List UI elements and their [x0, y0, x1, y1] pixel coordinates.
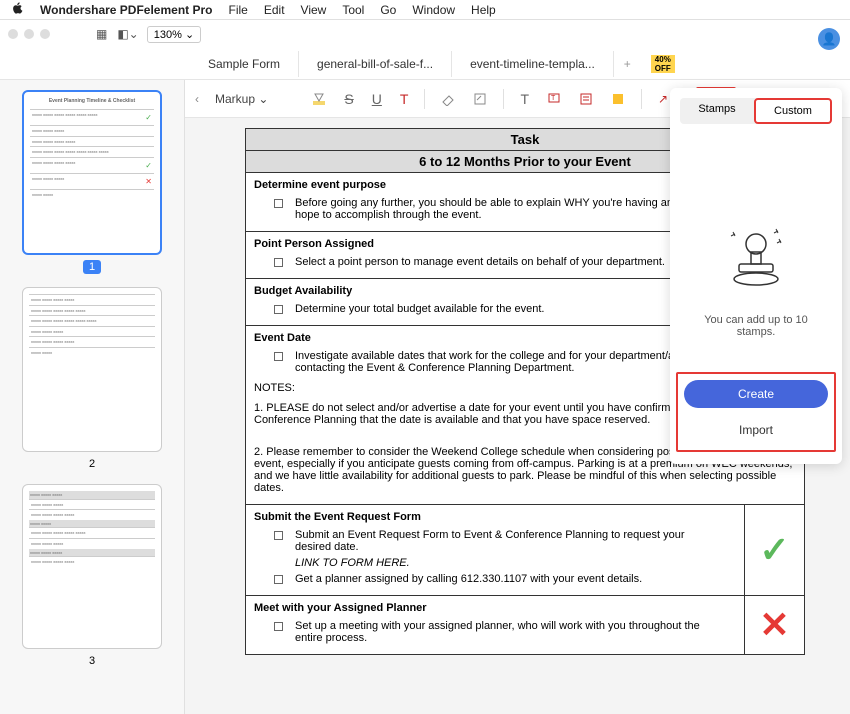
sticky-note-icon[interactable] [611, 92, 625, 106]
callout-tool-icon[interactable]: T [547, 92, 561, 106]
menu-view[interactable]: View [301, 3, 327, 17]
stamps-tab[interactable]: Stamps [680, 98, 754, 124]
page-number-1: 1 [10, 261, 174, 273]
window-toolbar: ▦ ◧⌄ 130% ⌄ [0, 20, 850, 48]
app-name: Wondershare PDFelement Pro [40, 3, 213, 17]
tabs: Sample Form general-bill-of-sale-f... ev… [0, 48, 850, 80]
thumbnail-page-2[interactable]: xxxxx xxxxx xxxxx xxxxx xxxxx xxxxx xxxx… [22, 287, 162, 452]
markup-dropdown[interactable]: Markup ⌄ [215, 92, 268, 106]
x-stamp: ✕ [759, 604, 789, 646]
section-title: Submit the Event Request Form [254, 511, 736, 523]
menu-window[interactable]: Window [412, 3, 455, 17]
note-tool-icon[interactable] [579, 92, 593, 106]
create-stamp-button[interactable]: Create [684, 380, 828, 408]
checkbox[interactable] [274, 352, 283, 361]
zoom-select[interactable]: 130% ⌄ [147, 26, 201, 43]
checkbox[interactable] [274, 622, 283, 631]
tab-bill-of-sale[interactable]: general-bill-of-sale-f... [299, 51, 452, 77]
sidebar-view-icon[interactable]: ◧⌄ [117, 27, 138, 41]
eraser-tool-icon[interactable] [441, 92, 455, 106]
apple-icon[interactable] [12, 2, 24, 17]
section-title: Meet with your Assigned Planner [254, 602, 736, 614]
grid-view-icon[interactable]: ▦ [96, 27, 107, 41]
checkbox[interactable] [274, 305, 283, 314]
stamp-empty-illustration: You can add up to 10 stamps. [670, 134, 842, 358]
underline-tool-icon[interactable]: U [372, 91, 382, 107]
menu-help[interactable]: Help [471, 3, 496, 17]
user-avatar[interactable]: 👤 [818, 28, 840, 50]
menu-go[interactable]: Go [380, 3, 396, 17]
thumbnail-page-3[interactable]: xxxxx xxxxx xxxxx xxxxx xxxxx xxxxx xxxx… [22, 484, 162, 649]
stamp-empty-message: You can add up to 10 stamps. [670, 314, 842, 338]
tab-add[interactable]: + [614, 51, 641, 77]
area-highlight-icon[interactable] [473, 92, 487, 106]
highlight-tool-icon[interactable] [312, 92, 326, 106]
thumbnail-sidebar: Event Planning Timeline & Checklist xxxx… [0, 80, 185, 714]
checkbox[interactable] [274, 199, 283, 208]
stamp-panel: Stamps Custom You can add up to 10 stamp… [670, 88, 842, 464]
tab-event-timeline[interactable]: event-timeline-templa... [452, 51, 614, 77]
menu-tool[interactable]: Tool [342, 3, 364, 17]
menu-file[interactable]: File [229, 3, 248, 17]
custom-tab[interactable]: Custom [754, 98, 832, 124]
import-stamp-button[interactable]: Import [684, 416, 828, 444]
back-button[interactable]: ‹ [195, 92, 199, 106]
checkbox[interactable] [274, 531, 283, 540]
menu-edit[interactable]: Edit [264, 3, 285, 17]
traffic-lights[interactable] [8, 29, 50, 39]
page-number-3: 3 [10, 655, 174, 667]
menubar: Wondershare PDFelement Pro File Edit Vie… [0, 0, 850, 20]
tab-sample-form[interactable]: Sample Form [190, 51, 299, 77]
text-tool-icon[interactable]: T [400, 91, 409, 107]
link-text: LINK TO FORM HERE. [295, 557, 716, 569]
checkbox[interactable] [274, 258, 283, 267]
textbox-tool-icon[interactable]: T [520, 91, 529, 107]
page-number-2: 2 [10, 458, 174, 470]
promo-badge[interactable]: 40%OFF [651, 55, 675, 73]
thumbnail-page-1[interactable]: Event Planning Timeline & Checklist xxxx… [22, 90, 162, 255]
checkbox[interactable] [274, 575, 283, 584]
svg-text:T: T [551, 95, 556, 102]
strikethrough-tool-icon[interactable]: S [344, 91, 353, 107]
check-stamp: ✓ [759, 529, 789, 571]
